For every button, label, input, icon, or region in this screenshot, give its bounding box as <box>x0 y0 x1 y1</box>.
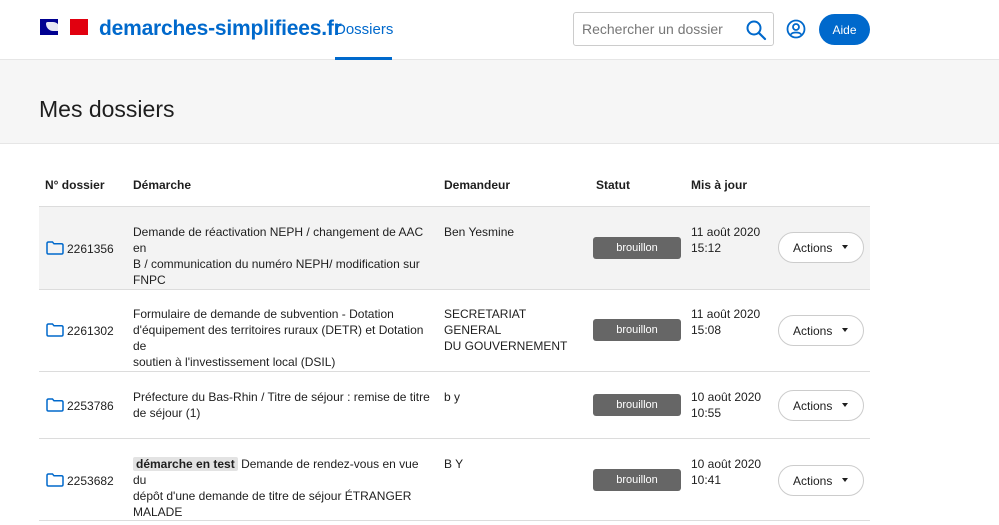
marianne-profile-icon <box>46 22 60 31</box>
folder-icon[interactable] <box>46 323 64 337</box>
help-button[interactable]: Aide <box>819 14 870 45</box>
demandeur-cell[interactable]: B Y <box>444 456 584 472</box>
updated-cell: 11 août 2020 15:12 <box>691 225 761 255</box>
status-badge: brouillon <box>593 469 681 491</box>
search-box <box>573 12 774 46</box>
demarche-cell[interactable]: Préfecture du Bas-Rhin / Titre de séjour… <box>133 389 433 421</box>
folder-icon[interactable] <box>46 473 64 487</box>
column-header-demarche[interactable]: Démarche <box>133 178 191 192</box>
caret-down-icon <box>842 245 848 249</box>
demandeur-cell[interactable]: Ben Yesmine <box>444 224 584 240</box>
demandeur-cell[interactable]: SECRETARIAT GENERAL DU GOUVERNEMENT <box>444 306 584 354</box>
folder-icon[interactable] <box>46 398 64 412</box>
caret-down-icon <box>842 478 848 482</box>
actions-dropdown-button[interactable]: Actions <box>778 315 864 346</box>
actions-dropdown-button[interactable]: Actions <box>778 390 864 421</box>
demandeur-cell[interactable]: b y <box>444 389 584 405</box>
caret-down-icon <box>842 403 848 407</box>
demarche-cell[interactable]: démarche en test Demande de rendez-vous … <box>133 456 433 520</box>
status-badge: brouillon <box>593 319 681 341</box>
dossier-number-link[interactable]: 2261356 <box>67 242 114 256</box>
site-name-link[interactable]: demarches-simplifiees.fr <box>99 17 342 41</box>
status-badge: brouillon <box>593 237 681 259</box>
actions-dropdown-button[interactable]: Actions <box>778 465 864 496</box>
dossier-number-link[interactable]: 2261302 <box>67 324 114 338</box>
column-header-demandeur[interactable]: Demandeur <box>444 178 510 192</box>
column-header-updated[interactable]: Mis à jour <box>691 178 747 192</box>
search-icon[interactable] <box>745 19 767 41</box>
updated-cell: 10 août 2020 10:55 <box>691 390 762 420</box>
demarche-cell[interactable]: Formulaire de demande de subvention - Do… <box>133 306 433 370</box>
actions-dropdown-button[interactable]: Actions <box>778 232 864 263</box>
demarche-cell[interactable]: Demande de réactivation NEPH / changemen… <box>133 224 433 288</box>
dossier-number-link[interactable]: 2253682 <box>67 474 114 488</box>
column-header-statut[interactable]: Statut <box>596 178 630 192</box>
updated-cell: 10 août 2020 10:41 <box>691 457 762 487</box>
site-header: demarches-simplifiees.fr Dossiers Aide <box>0 0 999 60</box>
nav-dossiers-link[interactable]: Dossiers <box>335 21 393 38</box>
folder-icon[interactable] <box>46 241 64 255</box>
column-header-number[interactable]: N° dossier <box>45 178 104 192</box>
dossier-number-link[interactable]: 2253786 <box>67 399 114 413</box>
user-account-icon[interactable] <box>786 19 806 39</box>
caret-down-icon <box>842 328 848 332</box>
demarche-test-badge: démarche en test <box>133 457 238 471</box>
page-title: Mes dossiers <box>39 96 175 122</box>
updated-cell: 11 août 2020 15:08 <box>691 307 761 337</box>
status-badge: brouillon <box>593 394 681 416</box>
search-input[interactable] <box>574 13 740 45</box>
